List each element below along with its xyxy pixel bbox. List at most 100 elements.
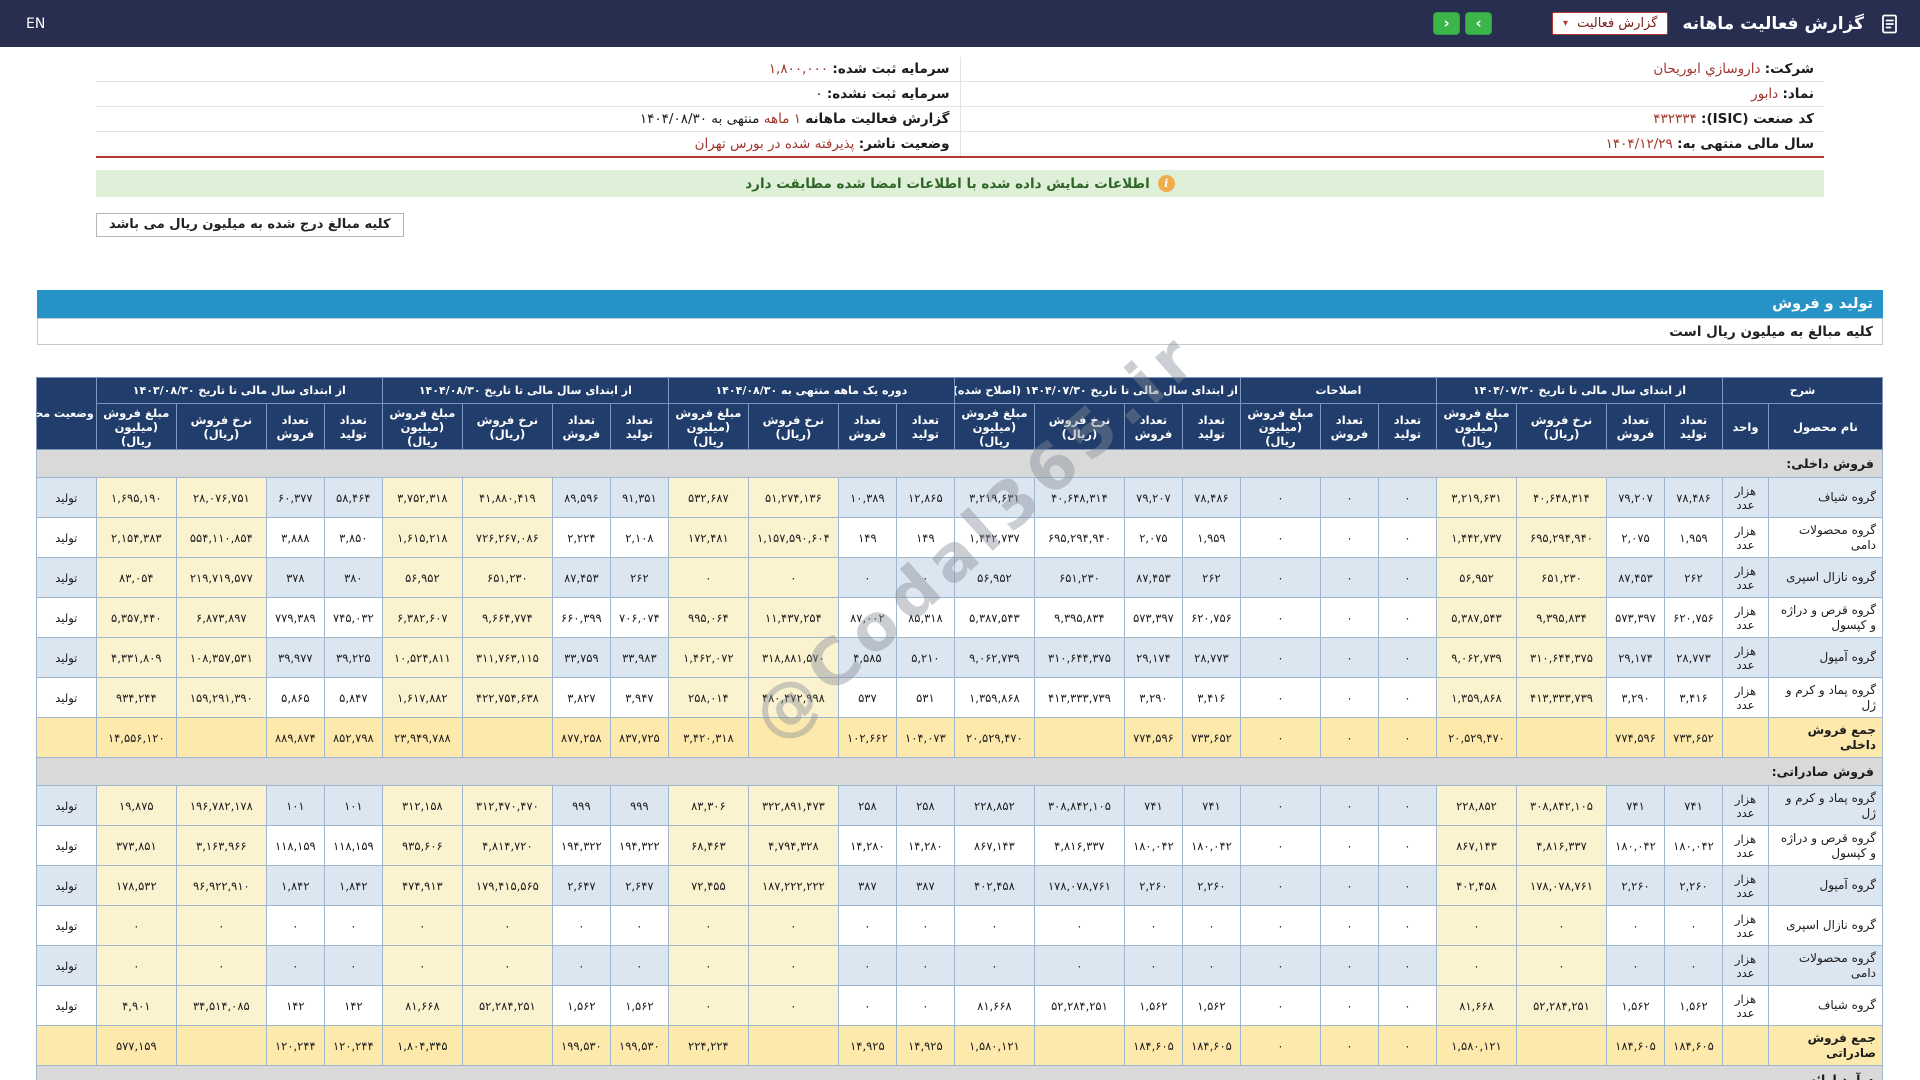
value-cell: ۸۵۲,۷۹۸ bbox=[323, 717, 383, 758]
value-cell: ۰ bbox=[1239, 477, 1321, 518]
value-cell: ۱۴,۹۲۵ bbox=[895, 1025, 955, 1066]
value-cell: ۳,۲۹۰ bbox=[1606, 677, 1665, 718]
value-cell: ۱,۶۱۷,۸۸۲ bbox=[381, 677, 463, 718]
info-value: ۰ bbox=[815, 86, 827, 102]
value-cell: ۶,۳۸۲,۶۰۷ bbox=[381, 597, 463, 638]
value-cell: ۳,۴۱۶ bbox=[1181, 677, 1241, 718]
product-status-cell: تولید bbox=[35, 785, 97, 826]
topbar-right-group: گزارش فعالیت ماهانه گزارش فعالیت ▾ › ‹ bbox=[1433, 12, 1902, 36]
value-cell: ۹,۰۶۲,۷۳۹ bbox=[953, 637, 1035, 678]
value-cell: ۰ bbox=[1123, 905, 1183, 946]
value-cell: ۰ bbox=[1239, 865, 1321, 906]
value-cell: ۱۷۸,۰۷۸,۷۶۱ bbox=[1033, 865, 1125, 906]
signed-info-banner: i اطلاعات نمایش داده شده با اطلاعات امضا… bbox=[96, 170, 1824, 197]
value-cell: ۰ bbox=[1239, 785, 1321, 826]
value-cell: ۱,۴۶۲,۰۷۲ bbox=[667, 637, 749, 678]
value-cell: ۹,۶۶۴,۷۷۴ bbox=[461, 597, 553, 638]
value-cell: ۰ bbox=[1664, 945, 1723, 986]
report-type-dropdown[interactable]: گزارش فعالیت ▾ bbox=[1552, 12, 1669, 35]
value-cell: ۳,۲۹۰ bbox=[1123, 677, 1183, 718]
value-cell: ۳۸۷ bbox=[837, 865, 897, 906]
value-cell: ۲,۲۶۰ bbox=[1664, 865, 1723, 906]
value-cell: ۴,۸۱۴,۷۲۰ bbox=[461, 825, 553, 866]
value-cell: ۹۹۵,۰۶۴ bbox=[667, 597, 749, 638]
previous-report-button[interactable]: ‹ bbox=[1433, 12, 1461, 35]
value-cell: ۰ bbox=[1319, 597, 1379, 638]
product-name-cell: گروه آمپول bbox=[1768, 865, 1883, 906]
value-cell: ۰ bbox=[1239, 945, 1321, 986]
value-cell: ۴۱,۸۸۰,۴۱۹ bbox=[461, 477, 553, 518]
value-cell: ۳,۸۲۷ bbox=[551, 677, 611, 718]
value-cell: ۲۰,۵۲۹,۴۷۰ bbox=[953, 717, 1035, 758]
table-product-row: گروه شیاف هزار عدد ۱,۵۶۲ ۱,۵۶۲ ۵۲,۲۸۴,۲۵۱ ۸۱,… bbox=[35, 985, 1883, 1026]
value-cell: ۰ bbox=[1606, 905, 1665, 946]
value-cell: ۳,۸۵۰ bbox=[323, 517, 383, 558]
value-cell: ۷۲,۴۵۵ bbox=[667, 865, 749, 906]
company-info-body: شرکت: داروسازي ابوريحان سرمایه ثبت شده: ۱… bbox=[96, 57, 1824, 158]
value-cell: ۰ bbox=[1319, 557, 1379, 598]
table-header-cell: تعداد تولید bbox=[609, 403, 669, 450]
product-unit-cell: هزار عدد bbox=[1722, 677, 1769, 718]
value-cell: ۱۹۹,۵۳۰ bbox=[551, 1025, 611, 1066]
value-cell: ۰ bbox=[1319, 517, 1379, 558]
language-toggle-en[interactable]: EN bbox=[26, 16, 45, 32]
value-cell: ۰ bbox=[1319, 985, 1379, 1026]
value-cell: ۳,۴۲۰,۳۱۸ bbox=[667, 717, 749, 758]
info-value: داروسازي ابوريحان bbox=[1653, 61, 1765, 77]
next-report-button[interactable]: › bbox=[1465, 12, 1493, 35]
value-cell: ۰ bbox=[1516, 945, 1607, 986]
value-cell: ۳,۱۶۳,۹۶۶ bbox=[175, 825, 267, 866]
product-name-cell: گروه شیاف bbox=[1768, 985, 1883, 1026]
value-cell: ۱,۵۸۰,۱۲۱ bbox=[1435, 1025, 1518, 1066]
value-cell: ۵,۳۸۷,۵۴۳ bbox=[1435, 597, 1518, 638]
value-cell: ۶۹۵,۲۹۴,۹۴۰ bbox=[1033, 517, 1125, 558]
value-cell: ۰ bbox=[1319, 677, 1379, 718]
value-cell: ۳۱۲,۴۷۰,۴۷۰ bbox=[461, 785, 553, 826]
report-table-wrapper: شرح از ابتدای سال مالی تا تاریخ ۱۴۰۴/۰۷/۳… bbox=[35, 377, 1884, 1080]
product-name-cell: گروه محصولات دامی bbox=[1768, 517, 1883, 558]
value-cell: ۴,۷۹۴,۳۲۸ bbox=[747, 825, 839, 866]
value-cell: ۰ bbox=[837, 905, 897, 946]
value-cell: ۳,۲۱۹,۶۳۱ bbox=[953, 477, 1035, 518]
product-name-cell: گروه شیاف bbox=[1768, 477, 1883, 518]
value-cell: ۷۴۵,۰۳۲ bbox=[323, 597, 383, 638]
value-cell: ۲۱۹,۷۱۹,۵۷۷ bbox=[175, 557, 267, 598]
value-cell: ۱۷۸,۵۳۲ bbox=[95, 865, 177, 906]
codal-monthly-report-page: { "colors": { "topbar": "#272e4f", "thea… bbox=[0, 0, 1920, 1080]
value-cell: ۳۹,۲۲۵ bbox=[323, 637, 383, 678]
value-cell: ۰ bbox=[837, 985, 897, 1026]
value-cell: ۱,۹۵۹ bbox=[1664, 517, 1723, 558]
value-cell: ۰ bbox=[265, 905, 325, 946]
amounts-note-row: کلیه مبالغ درج شده به میلیون ریال می باش… bbox=[96, 213, 1824, 237]
table-header-cell: نرخ فروش (ریال) bbox=[461, 403, 553, 450]
value-cell: ۱,۵۶۲ bbox=[1181, 985, 1241, 1026]
value-cell: ۴,۳۳۱,۸۰۹ bbox=[95, 637, 177, 678]
value-cell: ۰ bbox=[1181, 905, 1241, 946]
value-cell: ۶۲۰,۷۵۶ bbox=[1181, 597, 1241, 638]
value-cell: ۰ bbox=[747, 905, 839, 946]
value-cell: ۸۷,۴۵۳ bbox=[1123, 557, 1183, 598]
value-cell: ۱۴,۵۵۶,۱۲۰ bbox=[95, 717, 177, 758]
value-cell bbox=[1033, 1025, 1125, 1066]
table-section-row: فروش صادراتی: bbox=[35, 757, 1884, 786]
value-cell: ۳۱۱,۷۶۳,۱۱۵ bbox=[461, 637, 553, 678]
value-cell: ۱,۹۵۹ bbox=[1181, 517, 1241, 558]
value-cell: ۵۷۳,۳۹۷ bbox=[1123, 597, 1183, 638]
value-cell: ۷۹,۲۰۷ bbox=[1606, 477, 1665, 518]
value-cell: ۵۸,۴۶۴ bbox=[323, 477, 383, 518]
value-cell: ۱,۴۴۲,۷۳۷ bbox=[953, 517, 1035, 558]
product-name-cell: گروه پماد و کرم و ژل bbox=[1768, 677, 1883, 718]
value-cell: ۰ bbox=[1377, 985, 1437, 1026]
value-cell: ۳۱۰,۶۴۴,۳۷۵ bbox=[1516, 637, 1607, 678]
value-cell: ۷۷۴,۵۹۶ bbox=[1606, 717, 1665, 758]
value-cell: ۳,۲۱۹,۶۳۱ bbox=[1435, 477, 1518, 518]
company-info-row: نماد: دابور سرمایه ثبت نشده: ۰ bbox=[96, 81, 1824, 107]
section-label-cell: درآمد ارائه bbox=[35, 1065, 1884, 1080]
value-cell: ۱۴۲ bbox=[323, 985, 383, 1026]
value-cell: ۳۳,۷۵۹ bbox=[551, 637, 611, 678]
product-unit-cell: هزار عدد bbox=[1722, 985, 1769, 1026]
value-cell: ۰ bbox=[895, 557, 955, 598]
value-cell: ۵۷۳,۳۹۷ bbox=[1606, 597, 1665, 638]
product-status-cell: تولید bbox=[35, 637, 97, 678]
value-cell: ۰ bbox=[837, 557, 897, 598]
